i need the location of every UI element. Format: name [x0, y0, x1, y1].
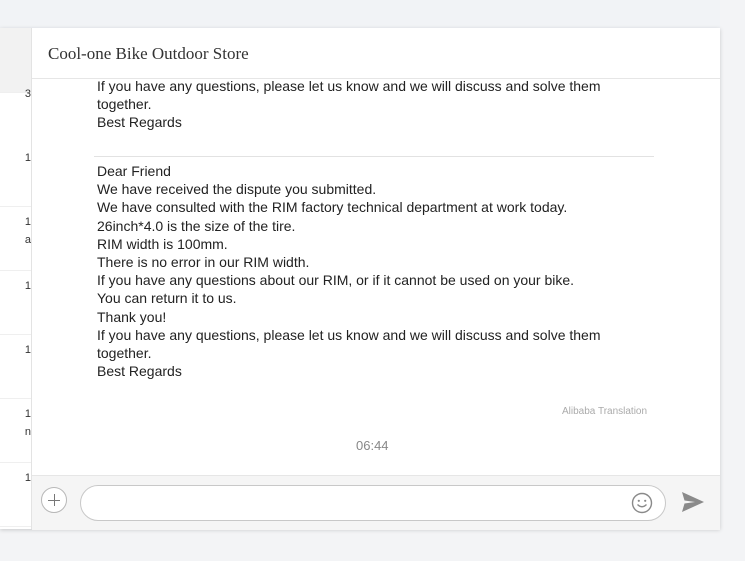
- message-line: If you have any questions, please let us…: [97, 79, 601, 94]
- translation-label[interactable]: Alibaba Translation: [562, 406, 647, 417]
- conversation-count: 1: [24, 152, 31, 164]
- conversation-item[interactable]: 1: [0, 142, 31, 207]
- conversation-count: 1: [24, 472, 31, 484]
- smiley-icon[interactable]: [631, 492, 653, 514]
- conversation-item[interactable]: 1: [0, 334, 31, 399]
- message-line: If you have any questions about our RIM,…: [97, 272, 575, 289]
- conversation-snippet: a: [24, 234, 31, 246]
- message-line: together.: [97, 345, 152, 362]
- conversation-count: 1: [24, 408, 31, 420]
- message-line: We have received the dispute you submitt…: [97, 181, 377, 198]
- message-line: together.: [97, 96, 152, 113]
- message-line: There is no error in our RIM width.: [97, 254, 310, 271]
- message-line: Dear Friend: [97, 163, 171, 179]
- message-line: Thank you!: [97, 308, 167, 325]
- message-input[interactable]: [80, 485, 666, 521]
- plus-icon[interactable]: [41, 487, 67, 513]
- conversation-count: 1: [24, 280, 31, 292]
- message-divider: [94, 156, 654, 157]
- conversation-list[interactable]: 3 1 1 a 1 1 1 n 1: [0, 28, 32, 529]
- conversation-snippet: n: [24, 426, 31, 438]
- message-list[interactable]: If you have any questions, please let us…: [32, 79, 720, 475]
- conversation-item[interactable]: 1 n: [0, 398, 31, 463]
- message-line: Best Regards: [97, 363, 182, 380]
- send-icon[interactable]: [681, 491, 705, 513]
- conversation-item[interactable]: 3: [0, 28, 31, 100]
- message-line: RIM width is 100mm.: [97, 235, 228, 252]
- conversation-item[interactable]: 1 a: [0, 206, 31, 271]
- composer-bar: [32, 475, 720, 530]
- store-name-title: Cool-one Bike Outdoor Store: [48, 44, 249, 63]
- message-line: Best Regards: [97, 114, 182, 131]
- seller-message: Dear Friend We have received the dispute…: [97, 162, 657, 380]
- conversation-count: 3: [24, 88, 31, 100]
- conversation-count: 1: [24, 216, 31, 228]
- message-line: 26inch*4.0 is the size of the tire.: [97, 217, 296, 234]
- message-timestamp: 06:44: [356, 438, 389, 453]
- message-line: We have consulted with the RIM factory t…: [97, 199, 568, 216]
- top-strip: [0, 0, 720, 28]
- message-line: You can return it to us.: [97, 290, 237, 307]
- conversation-count: 1: [24, 344, 31, 356]
- previous-message: If you have any questions, please let us…: [97, 79, 657, 132]
- chat-header: Cool-one Bike Outdoor Store: [32, 28, 720, 79]
- conversation-item[interactable]: 1: [0, 462, 31, 527]
- conversation-item[interactable]: 1: [0, 270, 31, 335]
- chat-window: 3 1 1 a 1 1 1 n 1 Cool-one Bike Outdoor …: [0, 28, 720, 530]
- message-line: If you have any questions, please let us…: [97, 326, 601, 343]
- chat-area: Cool-one Bike Outdoor Store If you have …: [32, 28, 720, 530]
